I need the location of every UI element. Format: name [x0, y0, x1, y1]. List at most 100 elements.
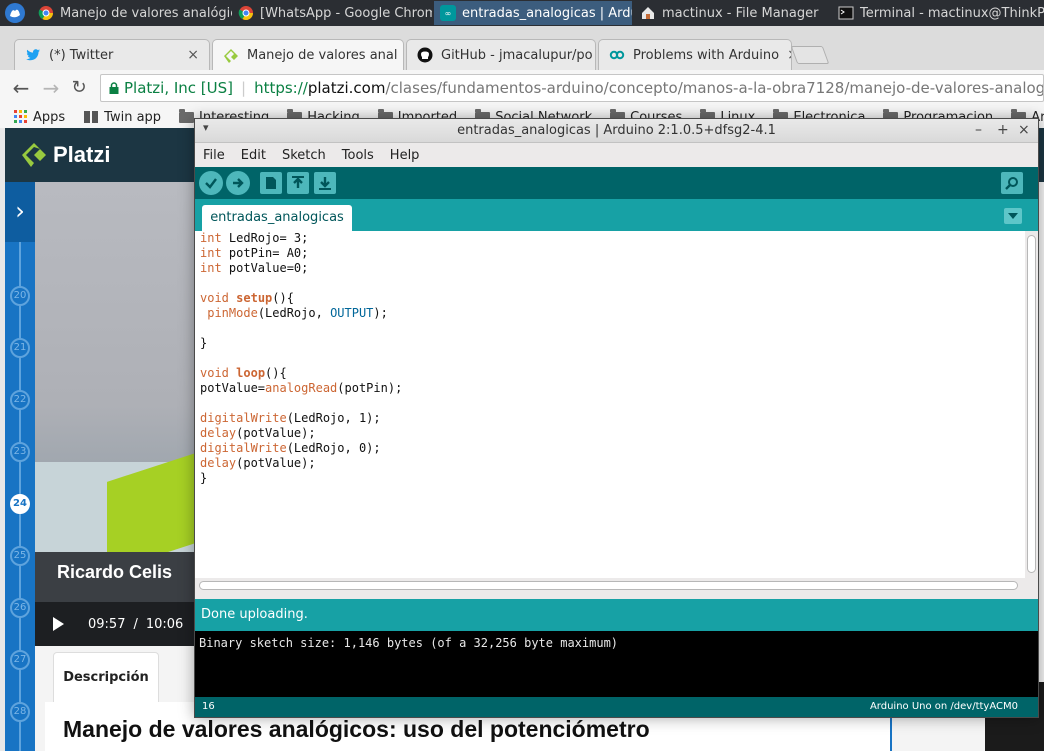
- code-line[interactable]: int potValue=0;: [200, 261, 402, 276]
- menu-bar: File Edit Sketch Tools Help: [195, 143, 1038, 167]
- upload-button[interactable]: [226, 171, 250, 195]
- close-icon[interactable]: ×: [1018, 122, 1030, 138]
- code-editor[interactable]: int LedRojo= 3; int potPin= A0; int potVal…: [195, 231, 1025, 578]
- menu-tools[interactable]: Tools: [334, 148, 382, 163]
- bookmark-apps[interactable]: Apps: [14, 110, 65, 125]
- lesson-number[interactable]: 21: [10, 338, 30, 358]
- code-line[interactable]: void setup(){: [200, 291, 402, 306]
- taskbar-item-platzi[interactable]: Manejo de valores analógico...: [32, 1, 232, 25]
- back-arrow-icon[interactable]: ←: [10, 77, 32, 99]
- maximize-icon[interactable]: +: [997, 122, 1009, 138]
- scrollbar-thumb[interactable]: [1027, 235, 1036, 573]
- security-label: Platzi, Inc [US]: [124, 79, 234, 97]
- tab-close-icon[interactable]: ×: [187, 47, 199, 63]
- lesson-number[interactable]: 20: [10, 286, 30, 306]
- reload-icon[interactable]: ↻: [68, 77, 90, 99]
- editor-vertical-scrollbar[interactable]: [1025, 231, 1038, 578]
- taskbar-item-file-manager[interactable]: mactinux - File Manager: [634, 1, 830, 25]
- code-line[interactable]: int LedRojo= 3;: [200, 231, 402, 246]
- arduino-titlebar[interactable]: ▾ entradas_analogicas | Arduino 2:1.0.5+…: [195, 119, 1038, 143]
- code-line[interactable]: int potPin= A0;: [200, 246, 402, 261]
- bookmark-label: Apps: [33, 109, 66, 125]
- address-bar[interactable]: Platzi, Inc [US] | https://platzi.com/cl…: [100, 74, 1044, 102]
- menu-sketch[interactable]: Sketch: [274, 148, 334, 163]
- taskbar-item-terminal[interactable]: Terminal - mactinux@ThinkP...: [832, 1, 1044, 25]
- editor-horizontal-scrollbar[interactable]: [195, 578, 1038, 593]
- code-line[interactable]: pinMode(LedRojo, OUTPUT);: [200, 306, 402, 321]
- menu-edit[interactable]: Edit: [233, 148, 274, 163]
- tab-label: (*) Twitter: [49, 47, 114, 63]
- save-button[interactable]: [314, 172, 336, 194]
- tab-strip: (*) Twitter × Manejo de valores anal × G…: [0, 26, 1044, 71]
- security-chip[interactable]: Platzi, Inc [US]: [109, 79, 233, 97]
- code-line[interactable]: potValue=analogRead(potPin);: [200, 381, 402, 396]
- tab-twitter[interactable]: (*) Twitter ×: [14, 39, 210, 70]
- code-line[interactable]: delay(potValue);: [200, 456, 402, 471]
- code-line[interactable]: digitalWrite(LedRojo, 1);: [200, 411, 402, 426]
- app-menu-icon[interactable]: [4, 2, 26, 24]
- lesson-number[interactable]: 22: [10, 390, 30, 410]
- console-line: Binary sketch size: 1,146 bytes (of a 32…: [199, 636, 619, 650]
- taskbar-item-label: Terminal - mactinux@ThinkP...: [860, 5, 1044, 21]
- code-line[interactable]: ​: [200, 276, 402, 291]
- serial-monitor-button[interactable]: [1001, 172, 1023, 194]
- code-content[interactable]: int LedRojo= 3; int potPin= A0; int potVal…: [200, 231, 402, 486]
- code-line[interactable]: ​: [200, 396, 402, 411]
- new-sketch-button[interactable]: [260, 172, 282, 194]
- code-line[interactable]: }: [200, 336, 402, 351]
- platzi-logo-text: Platzi: [53, 142, 111, 167]
- code-line[interactable]: ​: [200, 321, 402, 336]
- tab-descripcion[interactable]: Descripción: [53, 652, 159, 702]
- minimize-icon[interactable]: –: [975, 122, 982, 138]
- tab-menu-chevron-down-icon[interactable]: [1004, 208, 1022, 224]
- menu-file[interactable]: File: [195, 148, 233, 163]
- arduino-icon: ∞: [440, 5, 456, 21]
- lesson-number[interactable]: 26: [10, 598, 30, 618]
- rail-expand-chevron-icon[interactable]: ›: [5, 182, 35, 242]
- lesson-rail: › 20 21 22 23 24 25 26 27 28: [5, 182, 35, 751]
- new-tab-button[interactable]: [790, 46, 830, 64]
- twin-app-icon: [84, 111, 99, 123]
- code-line[interactable]: delay(potValue);: [200, 426, 402, 441]
- open-button[interactable]: [287, 172, 309, 194]
- browser-toolbar: ← → ↻ Platzi, Inc [US] | https://platzi.…: [0, 70, 1044, 106]
- menu-help[interactable]: Help: [382, 148, 428, 163]
- bookmark-twin-app[interactable]: Twin app: [83, 110, 161, 125]
- arrow-right-icon: [233, 178, 244, 188]
- taskbar-item-label: [WhatsApp - Google Chrome]: [260, 5, 432, 21]
- lesson-number[interactable]: 27: [10, 650, 30, 670]
- arduino-icon: [609, 50, 625, 60]
- checkmark-icon: [205, 178, 217, 189]
- folder-icon: [179, 108, 195, 123]
- scrollbar-thumb[interactable]: [199, 581, 1018, 590]
- console-output: Binary sketch size: 1,146 bytes (of a 32…: [195, 631, 1038, 697]
- lesson-number[interactable]: 25: [10, 546, 30, 566]
- tab-label: Manejo de valores anal: [247, 48, 398, 63]
- tab-platzi[interactable]: Manejo de valores anal ×: [212, 39, 404, 71]
- code-line[interactable]: ​: [200, 351, 402, 366]
- svg-text:∞: ∞: [445, 9, 452, 18]
- taskbar-item-label: entradas_analogicas | Ardui...: [462, 5, 632, 21]
- sketch-tab[interactable]: entradas_analogicas: [202, 205, 352, 231]
- tab-arduino-forum[interactable]: Problems with Arduino ×: [598, 39, 792, 70]
- forward-arrow-icon[interactable]: →: [40, 77, 62, 99]
- code-line[interactable]: }: [200, 471, 402, 486]
- verify-button[interactable]: [199, 171, 223, 195]
- time-total: 10:06: [145, 616, 184, 632]
- code-line[interactable]: void loop(){: [200, 366, 402, 381]
- lesson-number-current[interactable]: 24: [10, 494, 30, 514]
- lesson-number[interactable]: 28: [10, 702, 30, 722]
- taskbar-item-arduino[interactable]: ∞ entradas_analogicas | Ardui...: [434, 1, 632, 25]
- arduino-toolbar: [195, 167, 1038, 199]
- desktop-taskbar: Manejo de valores analógico... [WhatsApp…: [0, 0, 1044, 26]
- url-scheme: https://: [254, 79, 308, 97]
- home-folder-icon: [642, 7, 654, 19]
- taskbar-item-whatsapp[interactable]: [WhatsApp - Google Chrome]: [232, 1, 432, 25]
- apps-grid-icon: [14, 110, 27, 123]
- platzi-logo[interactable]: Platzi: [21, 142, 110, 168]
- lesson-number[interactable]: 23: [10, 442, 30, 462]
- video-player[interactable]: Ricardo Celis 09:57 / 10:06: [35, 182, 195, 646]
- tab-github[interactable]: GitHub - jmacalupur/po ×: [406, 39, 596, 70]
- play-icon[interactable]: [53, 617, 64, 631]
- code-line[interactable]: digitalWrite(LedRojo, 0);: [200, 441, 402, 456]
